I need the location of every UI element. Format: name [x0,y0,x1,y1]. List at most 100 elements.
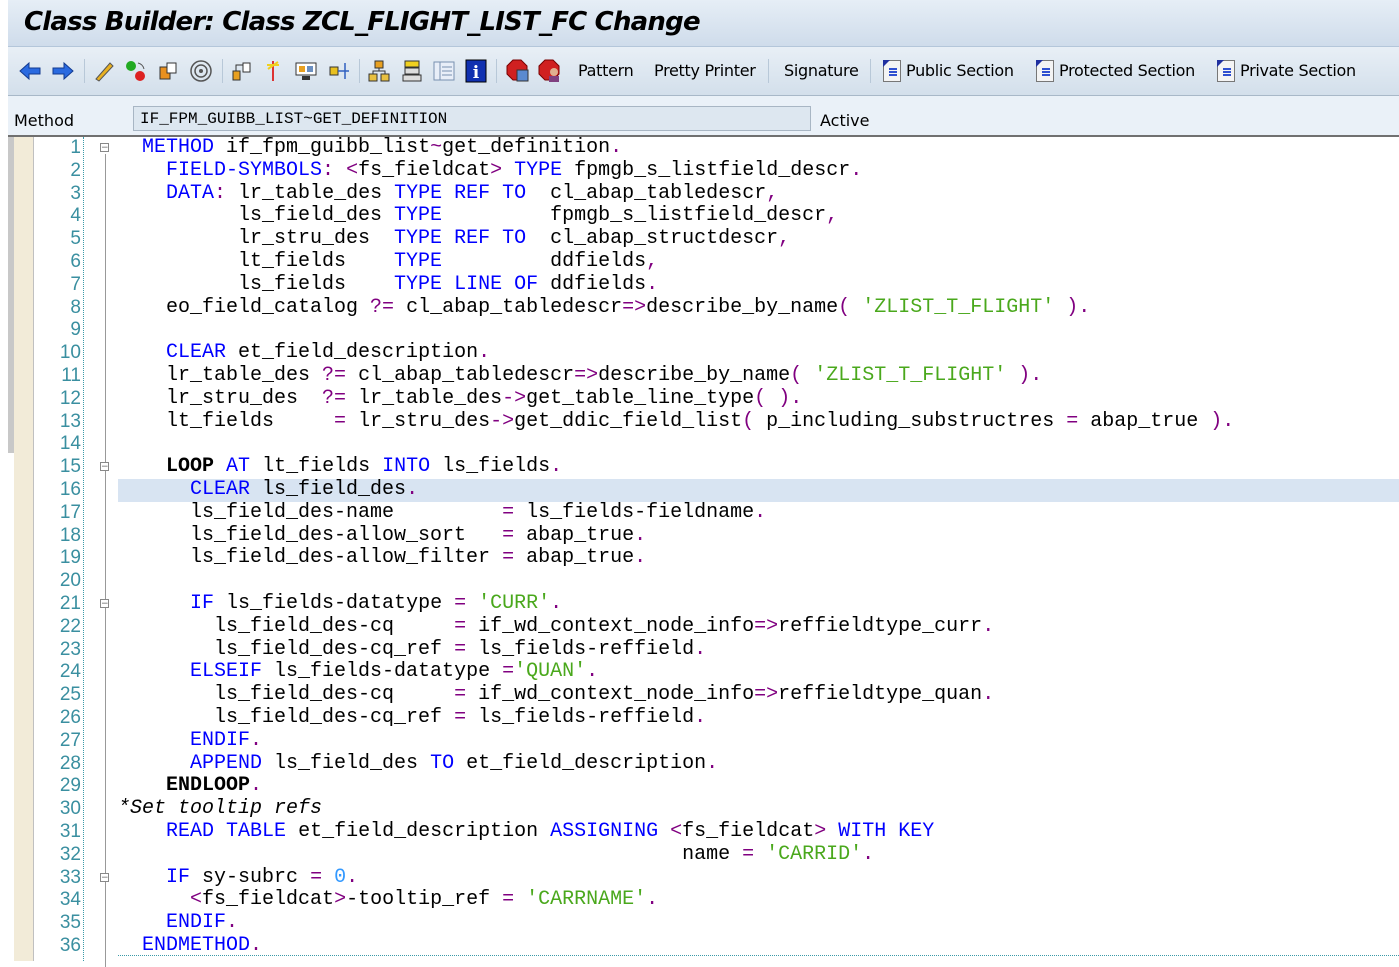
where-used-icon[interactable] [189,59,213,83]
toolbar-separator [359,59,360,83]
code-editor[interactable]: 1 2 3 4 5 6 7 8 9 10 11 12 13 14 15 16 17 18 19 20 21 22 23 24 2… [34,136,1399,967]
code-line[interactable]: IF ls_fields-datatype = 'CURR'. [118,592,1399,616]
fold-collapse-icon[interactable]: − [100,143,109,153]
code-line[interactable]: READ TABLE et_field_description ASSIGNIN… [118,819,1399,844]
operator: . [982,683,995,707]
code-text: fs_fieldcat [682,819,815,843]
code-line[interactable]: ENDIF. [118,729,1399,753]
fold-collapse-icon[interactable]: − [100,462,109,472]
code-line[interactable] [118,433,1399,456]
back-arrow-icon[interactable] [18,59,42,83]
fold-collapse-icon[interactable]: − [100,872,109,882]
toggle-active-inactive-icon[interactable] [124,59,148,83]
stop-test-icon[interactable] [506,59,530,83]
public-section-label: Public Section [906,61,1014,80]
info-icon[interactable]: i [464,59,488,83]
operator: . [706,751,719,775]
code-line[interactable]: ls_field_des-cq = if_wd_context_node_inf… [118,683,1399,707]
code-line[interactable] [118,570,1399,593]
code-line[interactable]: name = 'CARRID'. [118,843,1399,867]
operator: . [754,500,767,524]
operator: . [694,637,707,661]
code-line[interactable]: CLEAR et_field_description. [118,341,1399,365]
code-line[interactable]: lt_fields TYPE ddfields, [118,249,1399,274]
code-line[interactable]: lr_stru_des ?= lr_table_des->get_table_l… [118,386,1399,411]
toolbar-separator [768,59,769,83]
operator: . [250,933,263,957]
code-text: p_including_substructres [754,409,1067,433]
code-line[interactable]: APPEND ls_field_des TO et_field_descript… [118,751,1399,776]
code-line[interactable]: FIELD-SYMBOLS: <fs_fieldcat> TYPE fpmgb_… [118,158,1399,183]
code-line[interactable]: lt_fields = lr_stru_des->get_ddic_field_… [118,409,1399,434]
code-line[interactable]: ls_field_des TYPE fpmgb_s_listfield_desc… [118,204,1399,228]
other-object-icon[interactable] [157,59,181,83]
signature-button[interactable]: Signature [784,61,859,80]
fold-collapse-icon[interactable]: − [100,599,109,609]
operator: = [502,523,515,547]
code-line[interactable]: <fs_fieldcat>-tooltip_ref = 'CARRNAME'. [118,888,1399,912]
hierarchy-icon[interactable] [367,59,391,83]
code-line[interactable]: ls_field_des-name = ls_fields-fieldname. [118,500,1399,525]
keyword-bold: ENDLOOP [166,774,251,798]
breakpoint-strip[interactable] [14,137,34,961]
line-number: 12 [59,387,81,409]
code-line[interactable]: ls_field_des-allow_filter = abap_true. [118,546,1399,570]
code-line[interactable] [118,319,1399,342]
code-line[interactable]: ELSEIF ls_fields-datatype ='QUAN'. [118,660,1399,684]
code-area[interactable]: METHOD if_fpm_guibb_list~get_definition.… [118,136,1399,958]
move-icon[interactable] [327,59,351,83]
code-line[interactable]: eo_field_catalog ?= cl_abap_tabledescr=>… [118,296,1399,320]
code-line[interactable]: ls_field_des-cq_ref = ls_fields-reffield… [118,637,1399,662]
display-navigation-window-icon[interactable] [294,59,318,83]
stack-icon[interactable] [400,59,424,83]
code-text: get_table_line_type [526,386,755,410]
code-line[interactable]: *Set tooltip refs [118,797,1399,821]
line-number: 35 [59,912,81,934]
code-line[interactable]: ls_field_des-allow_sort = abap_true. [118,523,1399,548]
code-text: get_ddic_field_list [514,409,743,433]
stop-user-icon[interactable] [538,59,562,83]
operator: . [646,888,659,912]
method-name-field[interactable]: IF_FPM_GUIBB_LIST~GET_DEFINITION [133,106,811,131]
code-text: lr_stru_des [118,386,323,410]
code-line[interactable]: lr_stru_des TYPE REF TO cl_abap_structde… [118,227,1399,251]
code-line[interactable]: LOOP AT lt_fields INTO ls_fields. [118,455,1399,479]
line-number: 7 [70,273,81,295]
pattern-button[interactable]: Pattern [578,61,634,80]
display-object-list-icon[interactable] [230,59,254,83]
code-line-current[interactable]: CLEAR ls_field_des. [118,477,1399,502]
operator: . [634,523,647,547]
edit-pencil-icon[interactable] [92,59,116,83]
keyword-bold: LOOP [166,455,215,479]
code-line[interactable]: ENDIF. [118,911,1399,935]
code-text: ls_field_des-cq_ref [118,705,455,729]
code-line[interactable]: IF sy-subrc = 0. [118,866,1399,890]
code-line[interactable]: METHOD if_fpm_guibb_list~get_definition. [118,136,1399,160]
forward-arrow-icon[interactable] [51,59,75,83]
operator: => [754,683,779,707]
operator: = [454,683,467,707]
pretty-printer-button[interactable]: Pretty Printer [654,61,756,80]
keyword: TYPE [394,249,443,273]
code-line[interactable]: ls_field_des-cq_ref = ls_fields-reffield… [118,705,1399,730]
layout-icon[interactable] [432,59,456,83]
keyword: TYPE [394,204,443,228]
code-text: ddfields [442,249,647,273]
code-line[interactable]: ls_fields TYPE LINE OF ddfields. [118,273,1399,297]
code-line[interactable]: lr_table_des ?= cl_abap_tabledescr=>desc… [118,364,1399,388]
keyword: TO [502,181,527,205]
operator: -> [502,386,527,410]
operator: . [982,614,995,638]
code-line[interactable]: ENDLOOP. [118,774,1399,798]
operator: . [850,158,863,182]
line-number: 17 [59,501,81,523]
code-text: fpmgb_s_listfield_descr [442,204,827,228]
breakpoint-icon[interactable] [261,59,285,83]
code-line[interactable]: DATA: lr_table_des TYPE REF TO cl_abap_t… [118,181,1399,206]
code-line[interactable]: ls_field_des-cq = if_wd_context_node_inf… [118,614,1399,639]
code-text: ls_field_des [250,477,407,501]
